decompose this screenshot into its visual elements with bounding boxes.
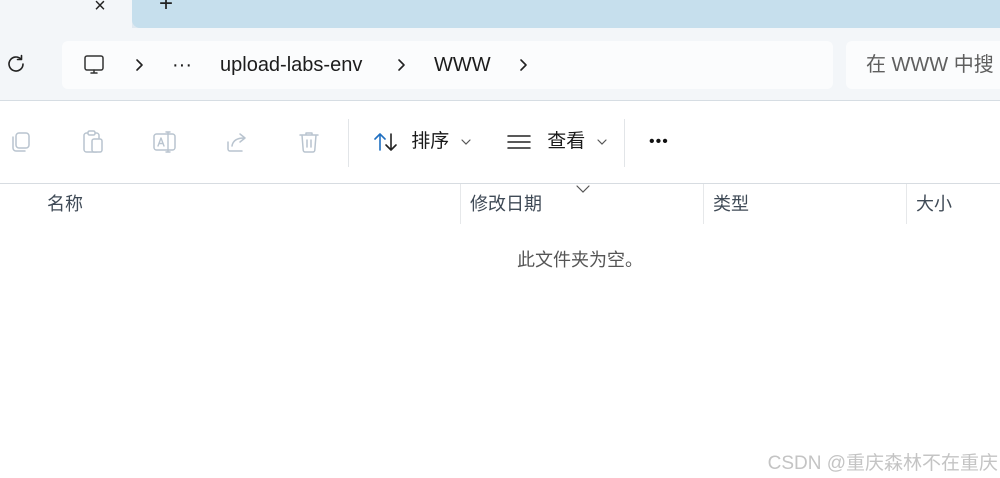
view-lines-icon [507,135,531,149]
chevron-right-icon[interactable] [394,57,410,73]
tab-strip: × + [0,0,1000,28]
address-bar[interactable]: ··· upload-labs-env WWW [62,41,833,89]
more-options-icon: ••• [649,133,669,150]
tab-close-button[interactable]: × [88,0,112,18]
view-label: 查看 [547,131,586,152]
column-header-name[interactable]: 名称 [47,184,83,224]
view-button[interactable]: 查看 [506,123,607,161]
share-icon[interactable] [224,129,250,155]
chevron-down-icon [596,139,607,145]
search-input[interactable] [866,41,1000,89]
breadcrumb-upload-labs-env[interactable]: upload-labs-env [220,41,362,89]
chevron-right-icon[interactable] [132,57,148,73]
command-toolbar: 排序 查看 ••• [0,101,1000,184]
delete-icon[interactable] [296,129,322,155]
column-header-row: 名称 修改日期 类型 大小 [0,184,1000,224]
watermark-text: CSDN @重庆森林不在重庆 [767,453,998,474]
sort-label: 排序 [411,131,450,152]
this-pc-icon[interactable] [82,53,106,77]
more-options-button[interactable]: ••• [649,123,669,161]
chevron-right-icon[interactable] [516,57,532,73]
breadcrumb-overflow[interactable]: ··· [172,41,192,89]
sort-icon [374,133,397,151]
sort-button[interactable]: 排序 [372,123,471,161]
copy-icon[interactable] [8,129,34,155]
tab-active[interactable]: × [0,0,132,28]
column-divider[interactable] [460,184,461,224]
column-divider[interactable] [906,184,907,224]
column-header-date-modified[interactable]: 修改日期 [470,184,542,224]
toolbar-divider [624,119,625,167]
breadcrumb-www[interactable]: WWW [434,41,491,89]
column-header-type[interactable]: 类型 [713,184,749,224]
rename-icon[interactable] [152,129,178,155]
tab-strip-background [132,0,1000,28]
navigation-bar: ··· upload-labs-env WWW [0,28,1000,101]
search-box[interactable] [846,41,1000,89]
paste-icon[interactable] [80,129,106,155]
empty-folder-message: 此文件夹为空。 [517,250,643,270]
toolbar-divider [348,119,349,167]
sort-indicator-icon [576,185,590,193]
chevron-down-icon [460,139,471,145]
column-header-size[interactable]: 大小 [916,184,952,224]
refresh-icon[interactable] [4,52,28,76]
new-tab-button[interactable]: + [154,0,178,16]
column-divider[interactable] [703,184,704,224]
